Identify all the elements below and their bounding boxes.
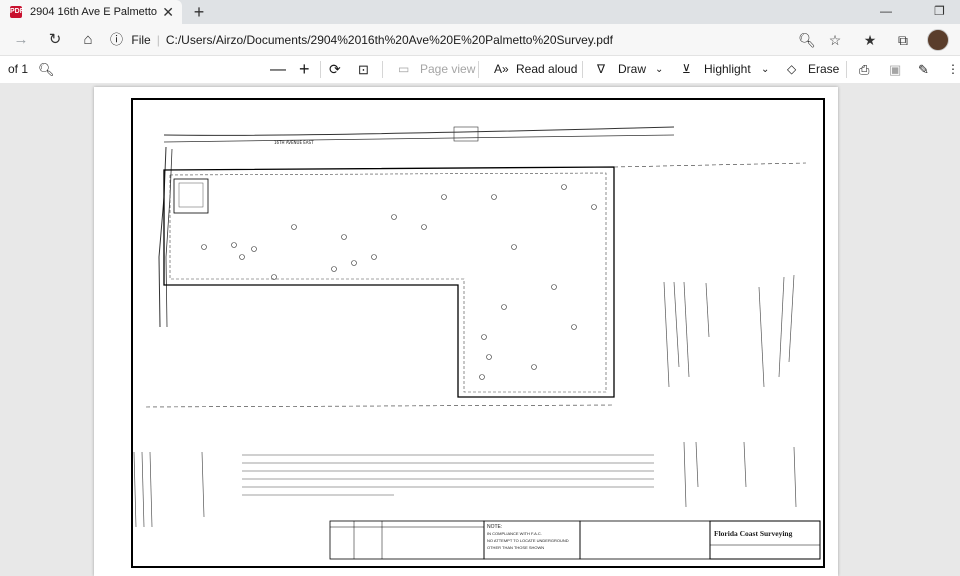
- save-as-icon[interactable]: ✎: [918, 56, 929, 83]
- tab-bar: PDF 2904 16th Ave E Palmetto Survey ✕ + …: [0, 0, 960, 24]
- pdf-viewer[interactable]: 16TH AVENUE EAST NOTE: IN COMPLIANCE WIT…: [0, 83, 960, 576]
- new-tab-button[interactable]: +: [188, 1, 210, 23]
- tab-title: 2904 16th Ave E Palmetto Survey: [30, 6, 158, 18]
- erase-button[interactable]: Erase: [808, 56, 839, 83]
- eraser-icon: ◇: [787, 62, 797, 76]
- draw-icon: ∇: [597, 62, 606, 76]
- notes-heading: NOTE:: [487, 524, 503, 530]
- page-view-icon: ▭: [398, 62, 410, 76]
- favorites-icon[interactable]: ★: [859, 29, 881, 51]
- rotate-icon[interactable]: ⟳: [329, 56, 341, 83]
- survey-drawing: [131, 98, 825, 568]
- divider: [320, 61, 321, 78]
- refresh-icon[interactable]: ↻: [44, 29, 66, 51]
- divider: [846, 61, 847, 78]
- zoom-out-icon[interactable]: —: [270, 56, 286, 83]
- avatar[interactable]: [927, 29, 949, 51]
- search-icon[interactable]: 🔍︎: [38, 56, 55, 83]
- collections-icon[interactable]: ⧉: [892, 29, 914, 51]
- fit-page-icon[interactable]: ⊡: [358, 56, 369, 83]
- pdf-icon: PDF: [10, 6, 24, 18]
- divider: [582, 61, 583, 78]
- draw-chevron-down-icon[interactable]: ⌄: [655, 56, 663, 83]
- url-scheme-label: File: [131, 33, 151, 47]
- page-view-button[interactable]: Page view: [420, 56, 475, 83]
- read-aloud-button[interactable]: Read aloud: [516, 56, 577, 83]
- highlight-icon: ⊻: [682, 62, 691, 76]
- favorite-add-icon[interactable]: ☆: [824, 29, 846, 51]
- zoom-icon[interactable]: 🔍︎: [796, 29, 818, 51]
- url-field[interactable]: ⓘ File | C:/Users/Airzo/Documents/2904%201…: [110, 28, 613, 52]
- highlight-chevron-down-icon[interactable]: ⌄: [761, 56, 769, 83]
- more-icon[interactable]: ⋮: [947, 56, 959, 83]
- url-text: C:/Users/Airzo/Documents/2904%2016th%20A…: [165, 33, 613, 47]
- home-icon[interactable]: ⌂: [77, 29, 99, 51]
- save-icon: ▣: [889, 62, 902, 77]
- street-label: 16TH AVENUE EAST: [274, 140, 314, 145]
- notes-line: OTHER THAN THOSE SHOWN: [487, 545, 545, 550]
- info-icon: ⓘ: [110, 32, 124, 47]
- page-count: of 1: [8, 62, 29, 76]
- pdf-page: 16TH AVENUE EAST NOTE: IN COMPLIANCE WIT…: [94, 87, 838, 576]
- close-tab-icon[interactable]: ✕: [162, 4, 174, 21]
- draw-button[interactable]: Draw: [618, 56, 646, 83]
- zoom-in-icon[interactable]: +: [299, 56, 310, 83]
- back-icon[interactable]: →: [10, 29, 32, 51]
- address-bar: → ↻ ⌂ ⓘ File | C:/Users/Airzo/Documents/29…: [0, 24, 960, 55]
- print-icon[interactable]: ⎙: [859, 56, 869, 83]
- pdf-toolbar: of 1 🔍︎ — + ⟳ ⊡ ▭ Page view A» Read alou…: [0, 55, 960, 84]
- divider: [478, 61, 479, 78]
- read-aloud-icon: A»: [494, 62, 509, 76]
- notes-line: NO ATTEMPT TO LOCATE UNDERGROUND: [487, 538, 569, 543]
- minimize-icon[interactable]: —: [880, 4, 892, 18]
- browser-tab[interactable]: PDF 2904 16th Ave E Palmetto Survey ✕: [0, 0, 182, 24]
- restore-icon[interactable]: ❐: [934, 4, 945, 18]
- highlight-button[interactable]: Highlight: [704, 56, 751, 83]
- company-name: Florida Coast Surveying: [714, 529, 793, 538]
- divider: [382, 61, 383, 78]
- notes-line: IN COMPLIANCE WITH F.A.C.: [487, 531, 542, 536]
